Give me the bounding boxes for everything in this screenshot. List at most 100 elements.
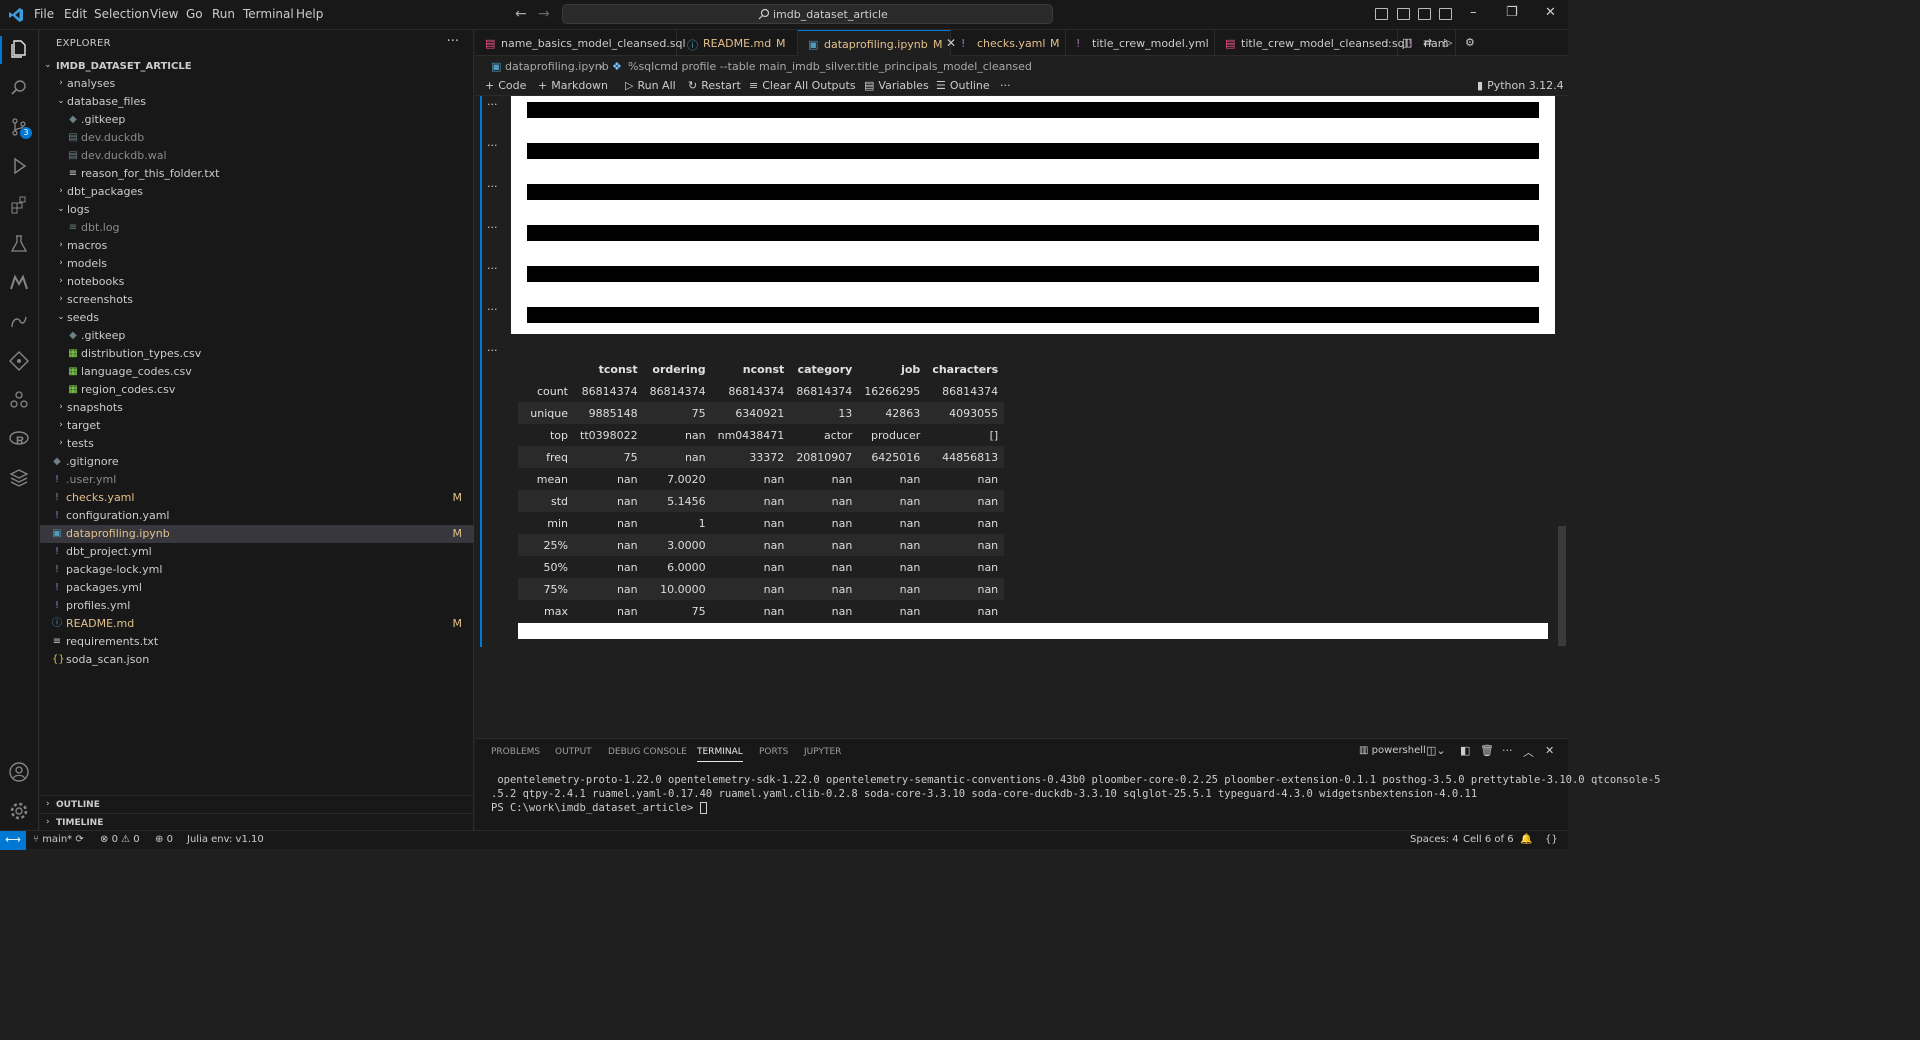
json-braces-icon[interactable]: {}	[1545, 834, 1558, 845]
search-view-icon[interactable]	[8, 77, 30, 99]
menu-edit[interactable]: Edit	[64, 7, 87, 21]
cluster-circles-icon[interactable]	[8, 389, 30, 411]
tree-file[interactable]: ◆ .gitkeep	[40, 111, 474, 129]
tree-folder[interactable]: › screenshots	[40, 291, 474, 309]
menu-view[interactable]: View	[150, 7, 178, 21]
tree-file[interactable]: ▦ language_codes.csv	[40, 363, 474, 381]
add-code-cell-button[interactable]: + Code	[485, 79, 526, 92]
breadcrumb-file[interactable]: dataprofiling.ipynb	[505, 60, 609, 73]
tree-file[interactable]: ▦ distribution_types.csv	[40, 345, 474, 363]
terminal-output[interactable]: opentelemetry-proto-1.22.0 opentelemetry…	[491, 773, 1660, 815]
timeline-section[interactable]: › TIMELINE	[40, 813, 474, 831]
toggle-primary-sidebar-icon[interactable]	[1375, 8, 1388, 20]
tree-file[interactable]: ! profiles.yml	[40, 597, 474, 615]
variables-button[interactable]: ▤ Variables	[864, 79, 929, 92]
dbt-m-icon[interactable]	[8, 272, 30, 294]
panel-tab-output[interactable]: OUTPUT	[555, 747, 592, 757]
toggle-secondary-sidebar-icon[interactable]	[1418, 8, 1431, 20]
editor-tab[interactable]: ▤ title_crew_model_cleansed.sql	[1215, 30, 1408, 56]
panel-more-icon[interactable]: ···	[1502, 744, 1513, 757]
editor-tab[interactable]: ▤ name_basics_model_cleansed.sql	[475, 30, 686, 56]
run-debug-icon[interactable]	[8, 155, 30, 177]
toggle-layout-icon[interactable]: ◧	[1460, 744, 1470, 757]
tree-folder[interactable]: ⌄ database_files	[40, 93, 474, 111]
add-markdown-cell-button[interactable]: + Markdown	[538, 79, 608, 92]
accounts-icon[interactable]	[8, 761, 30, 783]
tree-file[interactable]: ≡ dbt.log	[40, 219, 474, 237]
remote-indicator-icon[interactable]: ⟷	[0, 831, 26, 850]
output-more-icon[interactable]: ···	[487, 303, 498, 316]
tree-folder[interactable]: › macros	[40, 237, 474, 255]
back-arrow-icon[interactable]: ←	[515, 6, 527, 22]
git-branch-status[interactable]: ⑂ main* ⟳	[33, 834, 84, 845]
outline-section[interactable]: › OUTLINE	[40, 795, 474, 813]
output-more-icon[interactable]: ···	[487, 262, 498, 275]
editor-tab[interactable]: ! checks.yaml M	[951, 30, 1066, 56]
output-more-icon[interactable]: ···	[487, 98, 498, 111]
tree-file[interactable]: ◆ .gitkeep	[40, 327, 474, 345]
ports-status[interactable]: ⊕ 0	[155, 834, 173, 845]
run-all-button[interactable]: ▷ Run All	[625, 79, 676, 92]
tree-file[interactable]: ! .user.yml	[40, 471, 474, 489]
tree-file[interactable]: ▣ dataprofiling.ipynb M	[40, 525, 474, 543]
tree-file[interactable]: ≡ reason_for_this_folder.txt	[40, 165, 474, 183]
tree-folder[interactable]: › snapshots	[40, 399, 474, 417]
clear-all-outputs-button[interactable]: ≡ Clear All Outputs	[749, 79, 856, 92]
tree-folder[interactable]: ⌄ seeds	[40, 309, 474, 327]
explorer-icon[interactable]	[8, 38, 30, 60]
command-center-search[interactable]: imdb_dataset_article	[562, 4, 1053, 24]
close-panel-icon[interactable]: ✕	[1545, 744, 1554, 757]
tree-folder[interactable]: › dbt_packages	[40, 183, 474, 201]
output-more-icon[interactable]: ···	[487, 139, 498, 152]
editor-tab[interactable]: ⓘ README.md M	[677, 30, 798, 56]
split-terminal-icon[interactable]: ◫⌄	[1426, 744, 1446, 757]
tree-file[interactable]: {} soda_scan.json	[40, 651, 474, 669]
restart-kernel-button[interactable]: ↻ Restart	[688, 79, 741, 92]
restore-icon[interactable]: ❐	[1506, 5, 1518, 20]
output-more-icon[interactable]: ···	[487, 344, 498, 357]
toolbar-more-icon[interactable]: ···	[1000, 79, 1011, 92]
tree-folder[interactable]: ⌄ logs	[40, 201, 474, 219]
tree-folder[interactable]: › analyses	[40, 75, 474, 93]
output-more-icon[interactable]: ···	[487, 180, 498, 193]
r-language-icon[interactable]: R	[8, 428, 30, 450]
problems-status[interactable]: ⊗ 0 ⚠ 0	[100, 834, 140, 845]
julia-env-status[interactable]: Julia env: v1.10	[187, 834, 264, 845]
toggle-panel-icon[interactable]	[1397, 8, 1410, 20]
menu-help[interactable]: Help	[296, 7, 323, 21]
panel-tab-problems[interactable]: PROBLEMS	[491, 747, 540, 757]
split-editor-icon[interactable]: ◫	[1402, 36, 1415, 49]
kill-terminal-icon[interactable]: 🗑	[1480, 744, 1494, 757]
tree-file[interactable]: ⓘ README.md M	[40, 615, 474, 633]
outline-button[interactable]: ☰ Outline	[936, 79, 990, 92]
git-diamond-icon[interactable]	[8, 350, 30, 372]
indentation-status[interactable]: Spaces: 4	[1410, 834, 1459, 845]
layers-stack-icon[interactable]	[8, 467, 30, 489]
tree-folder[interactable]: › target	[40, 417, 474, 435]
gear-icon[interactable]: ⚙	[1465, 36, 1478, 49]
menu-selection[interactable]: Selection	[94, 7, 149, 21]
tree-file[interactable]: ! dbt_project.yml	[40, 543, 474, 561]
project-root-folder[interactable]: ⌄ IMDB_DATASET_ARTICLE	[44, 58, 464, 76]
tree-file[interactable]: ▤ dev.duckdb	[40, 129, 474, 147]
maximize-panel-icon[interactable]: ︿	[1523, 744, 1534, 760]
notifications-bell-icon[interactable]: 🔔	[1520, 834, 1532, 845]
tree-folder[interactable]: › tests	[40, 435, 474, 453]
settings-gear-icon[interactable]	[8, 800, 30, 822]
panel-tab-terminal[interactable]: TERMINAL	[697, 747, 743, 762]
compare-icon[interactable]: ⇄	[1423, 36, 1436, 49]
menu-file[interactable]: File	[34, 7, 54, 21]
minimize-icon[interactable]: –	[1470, 5, 1477, 20]
editor-tab[interactable]: ▣ dataprofiling.ipynb M ✕	[798, 30, 956, 56]
editor-tab[interactable]: ! title_crew_model.yml	[1066, 30, 1215, 56]
breadcrumb-cell[interactable]: %sqlcmd profile --table main_imdb_silver…	[628, 60, 1032, 73]
tree-file[interactable]: ! checks.yaml M	[40, 489, 474, 507]
tree-folder[interactable]: › models	[40, 255, 474, 273]
panel-tab-debug-console[interactable]: DEBUG CONSOLE	[608, 747, 687, 757]
menu-go[interactable]: Go	[186, 7, 203, 21]
panel-tab-ports[interactable]: PORTS	[759, 747, 788, 757]
tree-file[interactable]: ▤ dev.duckdb.wal	[40, 147, 474, 165]
menu-run[interactable]: Run	[212, 7, 235, 21]
tree-folder[interactable]: › notebooks	[40, 273, 474, 291]
testing-flask-icon[interactable]	[8, 233, 30, 255]
